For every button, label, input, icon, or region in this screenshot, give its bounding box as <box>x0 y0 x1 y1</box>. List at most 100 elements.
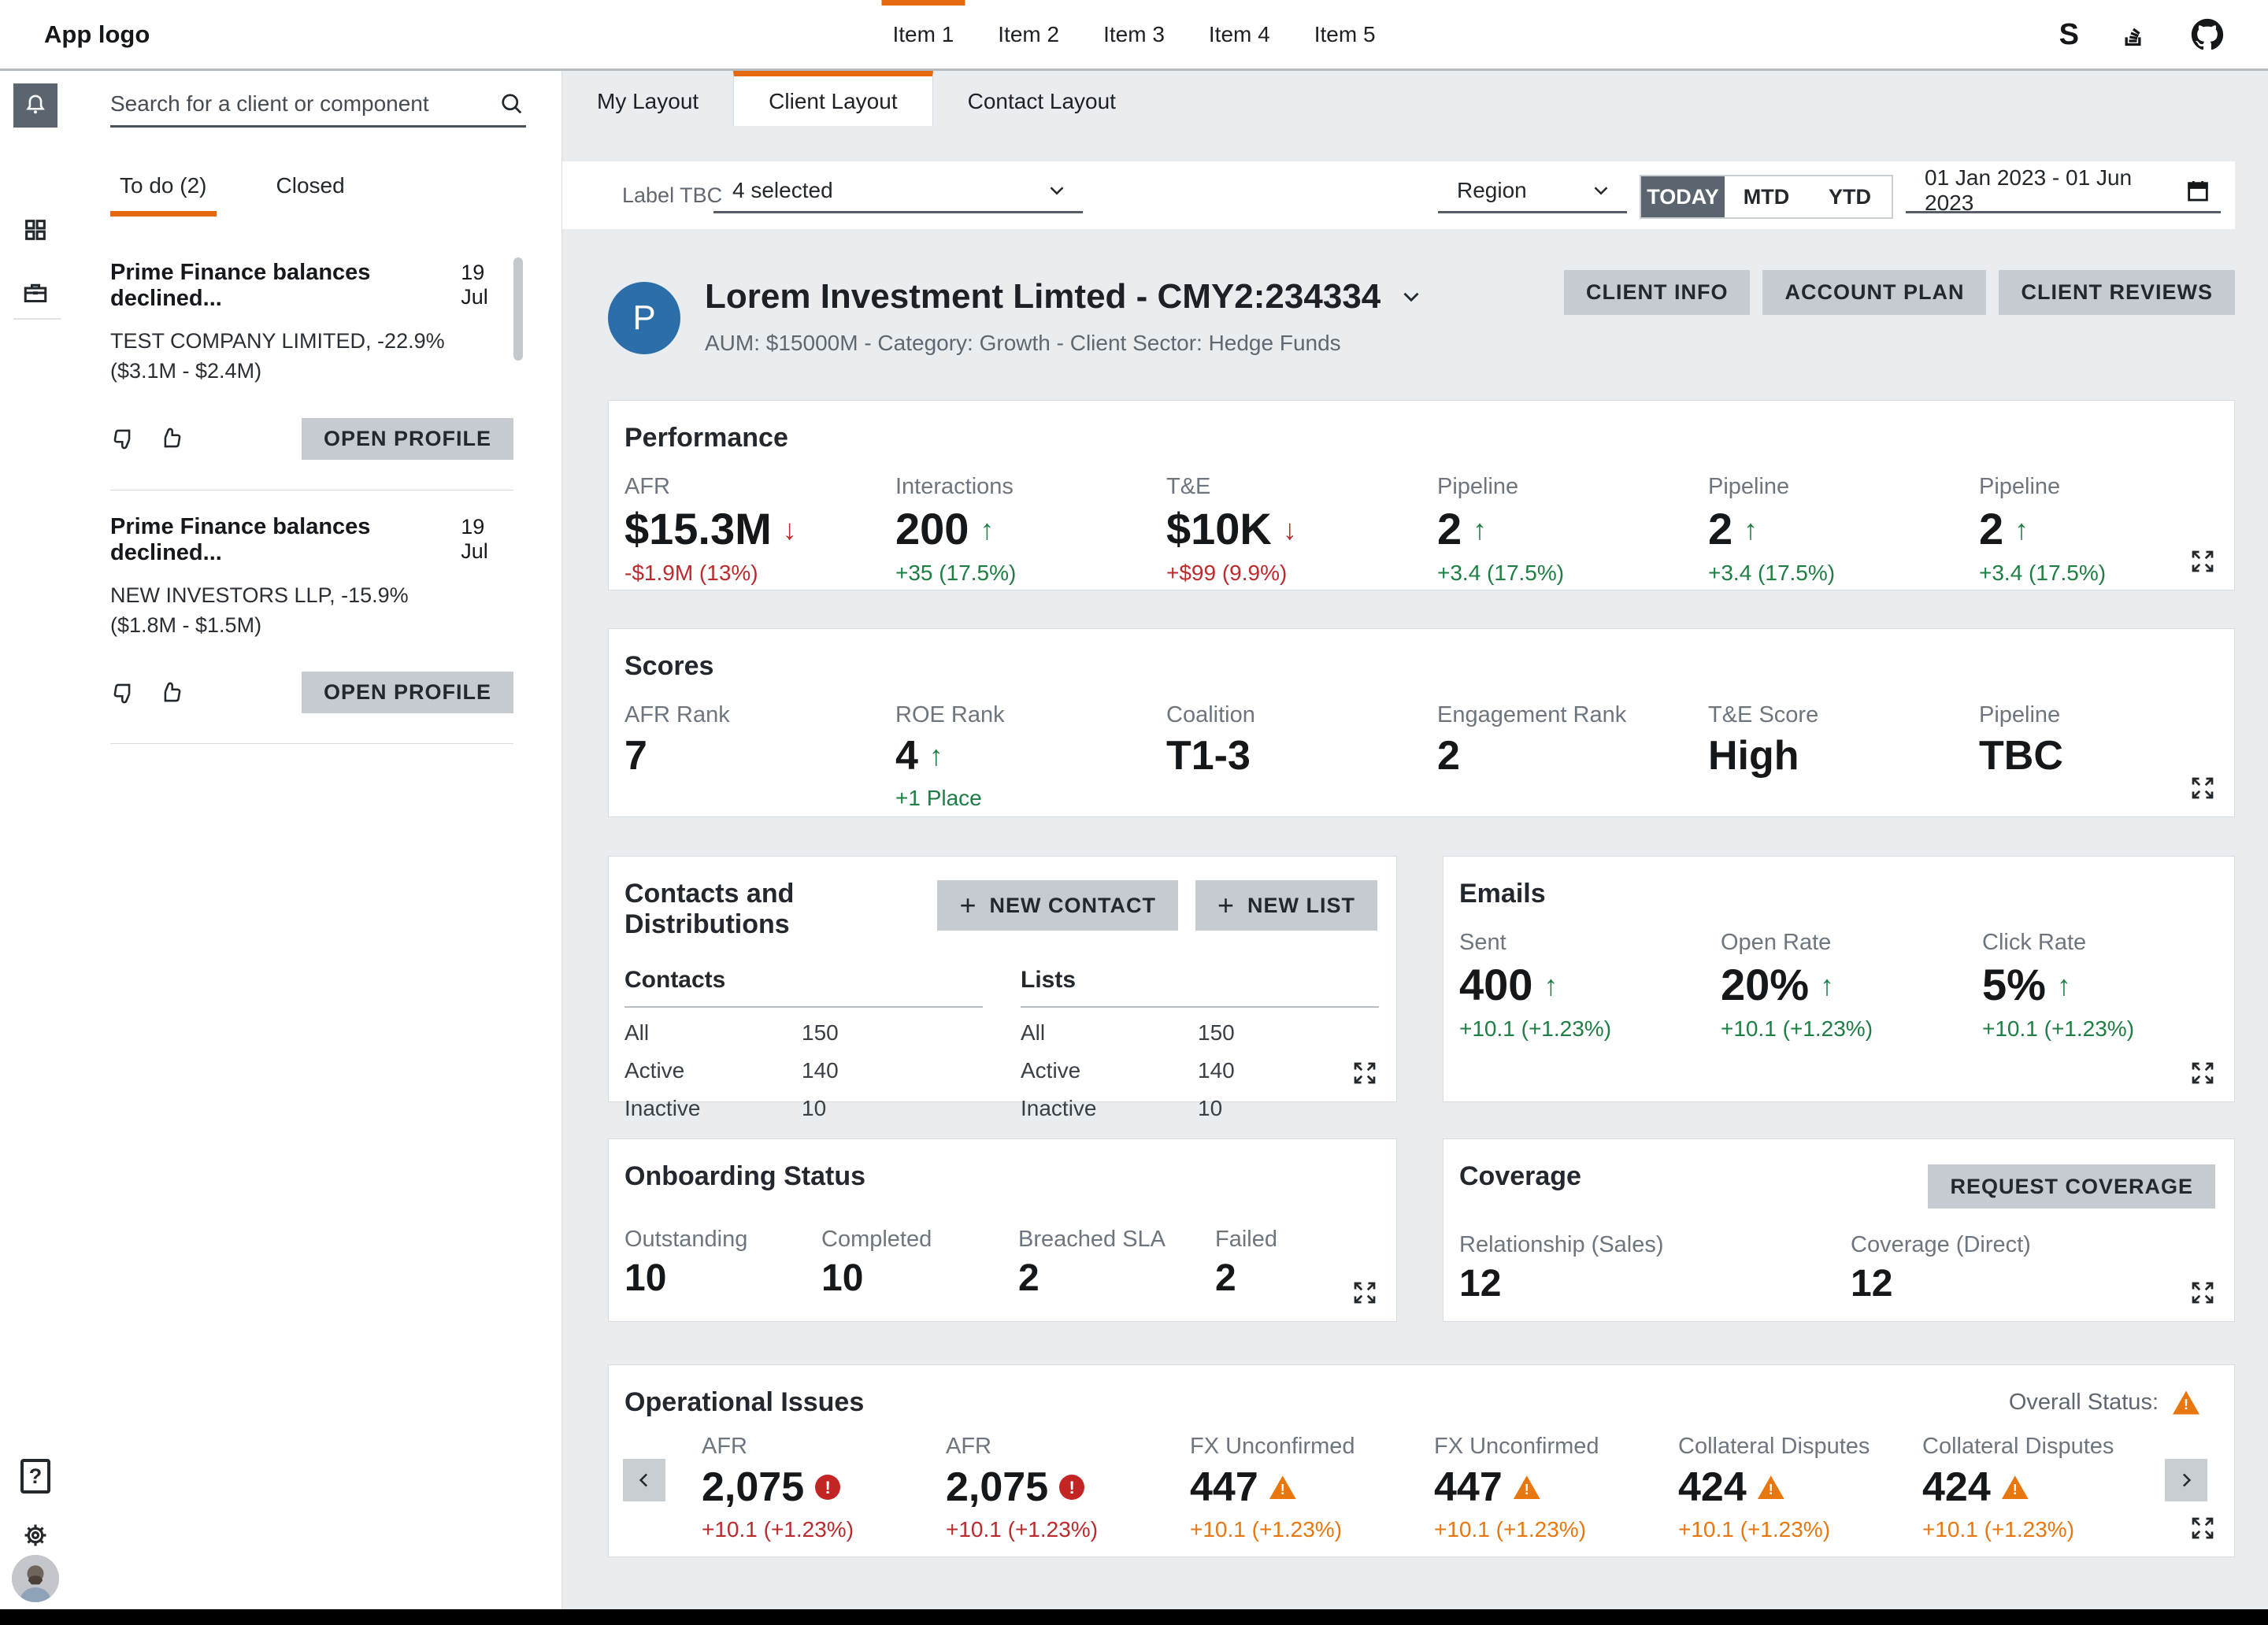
expand-icon[interactable] <box>2185 544 2220 579</box>
date-range-picker[interactable]: 01 Jan 2023 - 01 Jun 2023 <box>1906 169 2221 213</box>
metric-outstanding: Outstanding 10 <box>624 1227 821 1298</box>
card-title: Contacts and Distributions <box>624 879 937 940</box>
lists-group: Lists All150 Active140 Inactive10 <box>1021 967 1379 1121</box>
notifications-rail-button[interactable] <box>13 83 57 128</box>
segment-ytd[interactable]: YTD <box>1808 176 1892 217</box>
request-coverage-button[interactable]: REQUEST COVERAGE <box>1928 1164 2215 1209</box>
sidebar-tabs: To do (2) Closed <box>110 165 354 217</box>
nav-item-4[interactable]: Item 4 <box>1209 0 1270 68</box>
tab-my-layout[interactable]: My Layout <box>562 71 733 126</box>
client-info-button[interactable]: CLIENT INFO <box>1564 270 1751 315</box>
open-profile-button[interactable]: OPEN PROFILE <box>302 418 513 460</box>
search-icon[interactable] <box>498 90 526 118</box>
s-logo-icon[interactable]: S <box>2059 20 2079 50</box>
multiselect-value: 4 selected <box>732 178 833 203</box>
emails-card: Emails Sent 400↑ +10.1 (+1.23%) Open Rat… <box>1443 856 2235 1102</box>
chevron-down-icon <box>1589 179 1613 202</box>
carousel-prev-button[interactable] <box>623 1459 665 1501</box>
table-row: Active140 <box>624 1058 983 1083</box>
tab-todo[interactable]: To do (2) <box>110 165 217 217</box>
metric-roe-rank: ROE Rank 4↑ +1 Place <box>895 702 1166 812</box>
new-contact-button[interactable]: +NEW CONTACT <box>937 880 1178 931</box>
layout-tabs: My Layout Client Layout Contact Layout <box>562 71 1151 126</box>
stackoverflow-icon[interactable] <box>2118 18 2151 51</box>
nav-item-1[interactable]: Item 1 <box>892 0 954 68</box>
multiselect-dropdown[interactable]: 4 selected <box>713 169 1083 213</box>
metric-pipeline: Pipeline 2↑ +3.4 (17.5%) <box>1437 474 1708 587</box>
top-nav: Item 1 Item 2 Item 3 Item 4 Item 5 <box>892 0 1375 68</box>
metric-failed: Failed 2 <box>1215 1227 1412 1298</box>
region-dropdown[interactable]: Region <box>1438 169 1627 213</box>
search-input[interactable] <box>110 91 498 117</box>
notification-body: NEW INVESTORS LLP, -15.9% ($1.8M - $1.5M… <box>110 580 480 641</box>
thumbs-down-icon[interactable] <box>110 425 137 452</box>
client-switch-chevron-icon[interactable] <box>1398 283 1425 310</box>
date-range-value: 01 Jan 2023 - 01 Jun 2023 <box>1925 165 2185 216</box>
nav-item-3[interactable]: Item 3 <box>1103 0 1165 68</box>
segment-mtd[interactable]: MTD <box>1725 176 1808 217</box>
icon-rail: ? <box>0 71 71 1611</box>
status-badge <box>1059 1475 1084 1500</box>
metric-te-score: T&E Score High <box>1708 702 1979 812</box>
expand-icon[interactable] <box>2185 1275 2220 1310</box>
bell-icon <box>22 92 49 119</box>
top-icons: S <box>2059 18 2224 51</box>
help-rail-button[interactable]: ? <box>13 1454 57 1498</box>
metric-afr-rank: AFR Rank 7 <box>624 702 895 812</box>
coverage-card: Coverage REQUEST COVERAGE Relationship (… <box>1443 1138 2235 1322</box>
tab-contact-layout[interactable]: Contact Layout <box>933 71 1151 126</box>
top-bar: App logo Item 1 Item 2 Item 3 Item 4 Ite… <box>0 0 2268 71</box>
user-avatar[interactable] <box>12 1555 59 1602</box>
metric-collateral-disputes: Collateral Disputes 424 +10.1 (+1.23%) <box>1678 1434 1922 1544</box>
open-profile-button[interactable]: OPEN PROFILE <box>302 672 513 713</box>
briefcase-icon <box>21 279 50 307</box>
rail-divider <box>13 318 61 320</box>
thumbs-up-icon[interactable] <box>158 425 184 452</box>
status-badge <box>2002 1475 2029 1499</box>
card-title: Coverage <box>1459 1161 1581 1192</box>
filter-bar: Label TBC 4 selected Region TODAY MTD YT… <box>562 161 2235 229</box>
tab-closed[interactable]: Closed <box>267 165 354 217</box>
calendar-icon[interactable] <box>2185 177 2211 204</box>
metric-breached-sla: Breached SLA 2 <box>1018 1227 1215 1298</box>
status-badge <box>815 1475 840 1500</box>
expand-icon[interactable] <box>2185 1056 2220 1090</box>
metric-click-rate: Click Rate 5%↑ +10.1 (+1.23%) <box>1982 930 2244 1043</box>
sidebar-scrollbar[interactable] <box>513 257 523 361</box>
notification-date: 19 Jul <box>461 261 513 309</box>
account-plan-button[interactable]: ACCOUNT PLAN <box>1762 270 1986 315</box>
nav-item-2[interactable]: Item 2 <box>998 0 1059 68</box>
client-meta: AUM: $15000M - Category: Growth - Client… <box>705 331 1341 356</box>
expand-icon[interactable] <box>1347 1275 1382 1310</box>
thumbs-down-icon[interactable] <box>110 679 137 706</box>
notification-date: 19 Jul <box>461 515 513 564</box>
main-area: My Layout Client Layout Contact Layout L… <box>562 71 2268 1611</box>
metric-te: T&E $10K↓ +$99 (9.9%) <box>1166 474 1437 587</box>
nav-item-5[interactable]: Item 5 <box>1314 0 1376 68</box>
expand-icon[interactable] <box>1347 1056 1382 1090</box>
github-icon[interactable] <box>2191 18 2224 51</box>
workspace-rail-button[interactable] <box>13 271 57 315</box>
expand-icon[interactable] <box>2185 1511 2220 1545</box>
client-name: Lorem Investment Limted - CMY2:234334 <box>705 277 1380 316</box>
expand-icon[interactable] <box>2185 771 2220 805</box>
metric-interactions: Interactions 200↑ +35 (17.5%) <box>895 474 1166 587</box>
scores-card: Scores AFR Rank 7 ROE Rank 4↑ +1 Place C… <box>608 628 2235 817</box>
card-title: Performance <box>624 423 2215 453</box>
metric-relationship-sales: Relationship (Sales) 12 <box>1459 1232 1851 1304</box>
new-list-button[interactable]: +NEW LIST <box>1195 880 1377 931</box>
client-reviews-button[interactable]: CLIENT REVIEWS <box>1999 270 2235 315</box>
warning-icon <box>2173 1391 2199 1415</box>
notification-body: TEST COMPANY LIMITED, -22.9% ($3.1M - $2… <box>110 326 480 387</box>
carousel-next-button[interactable] <box>2165 1459 2207 1501</box>
settings-rail-button[interactable] <box>13 1513 57 1557</box>
tab-client-layout[interactable]: Client Layout <box>733 71 932 126</box>
notification-title: Prime Finance balances declined... <box>110 260 461 312</box>
thumbs-up-icon[interactable] <box>158 679 184 706</box>
notification-item: Prime Finance balances declined... 19 Ju… <box>110 249 513 490</box>
onboarding-card: Onboarding Status Outstanding 10 Complet… <box>608 1138 1397 1322</box>
dashboard-rail-button[interactable] <box>13 208 57 252</box>
card-title: Onboarding Status <box>624 1161 1377 1192</box>
segment-today[interactable]: TODAY <box>1641 176 1725 217</box>
gear-icon <box>20 1520 50 1550</box>
